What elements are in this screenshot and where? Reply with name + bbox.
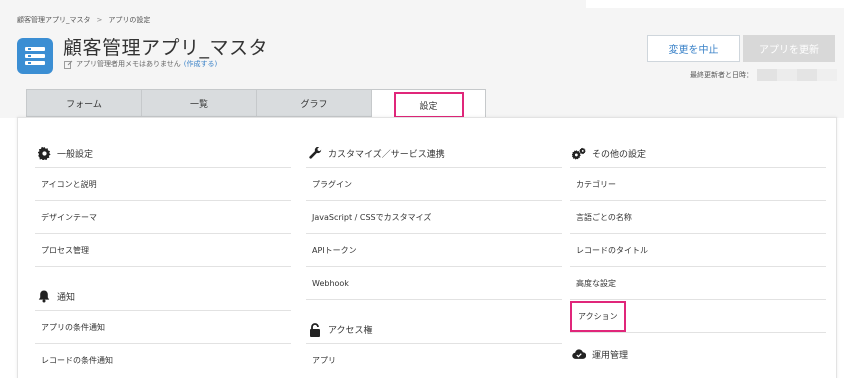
link-localized-names[interactable]: 言語ごとの名称 — [570, 201, 826, 234]
section-other: その他の設定 — [570, 140, 826, 168]
link-api-token[interactable]: APIトークン — [306, 234, 562, 267]
column-customize: カスタマイズ／サービス連携 プラグイン JavaScript / CSSでカスタ… — [306, 140, 562, 377]
section-access: アクセス権 — [306, 316, 562, 344]
lock-icon — [308, 322, 322, 337]
link-app-permissions[interactable]: アプリ — [306, 344, 562, 377]
section-other-title: その他の設定 — [592, 150, 647, 160]
tab-form-label: フォーム — [66, 99, 102, 110]
section-notifications: 通知 — [35, 283, 291, 311]
page-title: 顧客管理アプリ_マスタ — [63, 37, 269, 59]
tab-list-label: 一覧 — [189, 99, 208, 110]
last-updated-value-masked — [757, 69, 837, 81]
link-record-title[interactable]: レコードのタイトル — [570, 234, 826, 267]
list-icon — [17, 38, 53, 74]
column-general: 一般設定 アイコンと説明 デザインテーマ プロセス管理 通知 アプリの条件通知 … — [35, 140, 291, 377]
wrench-icon — [308, 147, 322, 161]
app-memo: アプリ管理者用メモはありません (作成する) — [64, 59, 217, 69]
link-plugins[interactable]: プラグイン — [306, 168, 562, 201]
link-app-conditional-notifications[interactable]: アプリの条件通知 — [35, 311, 291, 344]
memo-text: アプリ管理者用メモはありません — [76, 60, 181, 68]
section-customize-title: カスタマイズ／サービス連携 — [328, 150, 445, 160]
section-customize: カスタマイズ／サービス連携 — [306, 140, 562, 168]
tab-graph-label: グラフ — [300, 99, 328, 110]
tab-list[interactable]: 一覧 — [141, 89, 256, 117]
tab-form[interactable]: フォーム — [26, 89, 141, 117]
breadcrumb-current: アプリの設定 — [108, 16, 151, 24]
memo-edit-icon — [64, 60, 73, 69]
last-updated: 最終更新者と日時： — [690, 69, 837, 81]
link-process-management[interactable]: プロセス管理 — [35, 234, 291, 267]
gears-icon — [572, 147, 586, 161]
bell-icon — [37, 290, 51, 304]
last-updated-label: 最終更新者と日時： — [690, 71, 753, 79]
breadcrumb-separator: > — [96, 16, 103, 24]
tab-settings[interactable]: 設定 — [371, 89, 486, 118]
link-advanced-settings[interactable]: 高度な設定 — [570, 267, 826, 300]
link-webhook[interactable]: Webhook — [306, 267, 562, 300]
header-corner — [586, 0, 844, 8]
link-js-css-customize[interactable]: JavaScript / CSSでカスタマイズ — [306, 201, 562, 234]
link-record-conditional-notifications[interactable]: レコードの条件通知 — [35, 344, 291, 377]
link-actions[interactable]: アクション — [570, 300, 626, 332]
section-access-title: アクセス権 — [328, 326, 373, 336]
settings-panel: 一般設定 アイコンと説明 デザインテーマ プロセス管理 通知 アプリの条件通知 … — [17, 117, 837, 378]
cloud-icon — [572, 347, 586, 361]
link-icon-and-description[interactable]: アイコンと説明 — [35, 168, 291, 201]
memo-create-link[interactable]: (作成する) — [184, 59, 217, 69]
update-app-button[interactable]: アプリを更新 — [743, 35, 835, 62]
breadcrumb: 顧客管理アプリ_マスタ > アプリの設定 — [17, 15, 150, 25]
tab-graph[interactable]: グラフ — [256, 89, 371, 117]
link-design-theme[interactable]: デザインテーマ — [35, 201, 291, 234]
link-actions-row[interactable]: アクション — [570, 300, 826, 333]
gear-icon — [37, 147, 51, 161]
section-operations-title: 運用管理 — [592, 350, 629, 361]
breadcrumb-app[interactable]: 顧客管理アプリ_マスタ — [17, 15, 91, 25]
section-operations: 運用管理 — [570, 340, 826, 368]
tab-settings-label: 設定 — [393, 92, 464, 118]
section-notifications-title: 通知 — [57, 293, 76, 303]
cancel-changes-button[interactable]: 変更を中止 — [647, 35, 740, 62]
link-category[interactable]: カテゴリー — [570, 168, 826, 201]
section-general-title: 一般設定 — [57, 150, 94, 160]
column-other: その他の設定 カテゴリー 言語ごとの名称 レコードのタイトル 高度な設定 アクシ… — [570, 140, 826, 368]
section-general: 一般設定 — [35, 140, 291, 168]
settings-tabs: フォーム 一覧 グラフ 設定 — [26, 89, 486, 118]
